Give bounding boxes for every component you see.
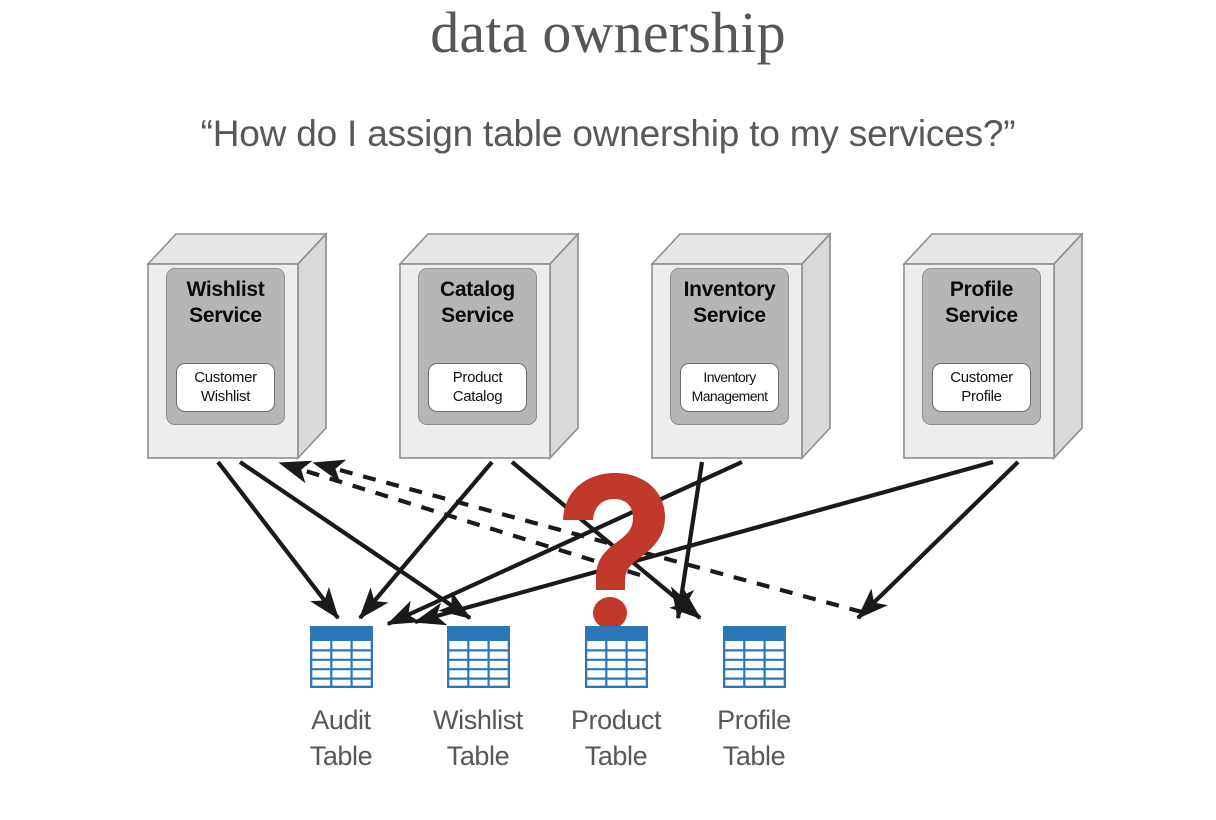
service-data-chip: Product Catalog (428, 363, 527, 412)
service-title-line1: Catalog (440, 278, 515, 301)
service-box-profile[interactable]: Profile Service Customer Profile (902, 232, 1084, 460)
arrow-wishlist-to-wishlist (238, 460, 472, 620)
arrow-profile-to-profile (856, 460, 1020, 620)
service-title-line2: Service (441, 304, 514, 327)
table-label-line1: Product (570, 705, 662, 735)
chip-line2: Catalog (452, 388, 503, 405)
service-title-line2: Service (945, 304, 1018, 327)
service-inner-panel: Wishlist Service Customer Wishlist (166, 268, 285, 425)
table-label: Profile Table (694, 702, 814, 774)
table-icon (309, 626, 373, 688)
service-title-line2: Service (189, 304, 262, 327)
slide-canvas: data ownership “How do I assign table ow… (0, 0, 1216, 820)
service-data-chip: Customer Profile (932, 363, 1031, 412)
chip-line1: Customer (194, 369, 257, 386)
service-data-chip: Inventory Management (680, 363, 779, 412)
chip-line2: Wishlist (200, 388, 251, 405)
service-title-line1: Wishlist (186, 278, 265, 301)
arrow-profile-to-audit (413, 459, 994, 626)
table-label: Audit Table (281, 702, 401, 774)
arrow-wishlist-to-audit (216, 460, 340, 620)
chip-line1: Product (452, 369, 503, 386)
question-mark-icon (563, 473, 665, 629)
table-label: Wishlist Table (418, 702, 538, 774)
service-title-line1: Profile (949, 278, 1014, 301)
chip-line1: Inventory (703, 369, 756, 385)
service-inner-panel: Profile Service Customer Profile (922, 268, 1041, 425)
table-item-audit[interactable]: Audit Table (281, 626, 401, 774)
service-inner-panel: Catalog Service Product Catalog (418, 268, 537, 425)
table-icon (446, 626, 510, 688)
service-box-wishlist[interactable]: Wishlist Service Customer Wishlist (146, 232, 328, 460)
table-label-line2: Table (584, 741, 648, 771)
chip-line2: Management (691, 388, 768, 404)
page-subtitle: “How do I assign table ownership to my s… (200, 113, 1016, 154)
service-data-chip: Customer Wishlist (176, 363, 275, 412)
table-icon (722, 626, 786, 688)
page-title: data ownership (430, 0, 786, 65)
table-item-wishlist[interactable]: Wishlist Table (418, 626, 538, 774)
service-title-line1: Inventory (683, 278, 776, 301)
arrow-catalog-to-audit (358, 460, 494, 620)
table-item-profile[interactable]: Profile Table (694, 626, 814, 774)
table-label-line2: Table (446, 741, 510, 771)
table-icon (584, 626, 648, 688)
table-label-line1: Audit (311, 705, 371, 735)
arrow-inventory-to-product (670, 461, 705, 620)
table-label-line1: Wishlist (433, 705, 523, 735)
chip-line1: Customer (950, 369, 1013, 386)
table-label-line2: Table (309, 741, 373, 771)
table-label-line1: Profile (717, 705, 791, 735)
table-label: Product Table (556, 702, 676, 774)
service-box-inventory[interactable]: Inventory Service Inventory Management (650, 232, 832, 460)
service-title-line2: Service (693, 304, 766, 327)
chip-line2: Profile (961, 388, 1002, 405)
table-item-product[interactable]: Product Table (556, 626, 676, 774)
service-inner-panel: Inventory Service Inventory Management (670, 268, 789, 425)
service-box-catalog[interactable]: Catalog Service Product Catalog (398, 232, 580, 460)
table-label-line2: Table (722, 741, 786, 771)
